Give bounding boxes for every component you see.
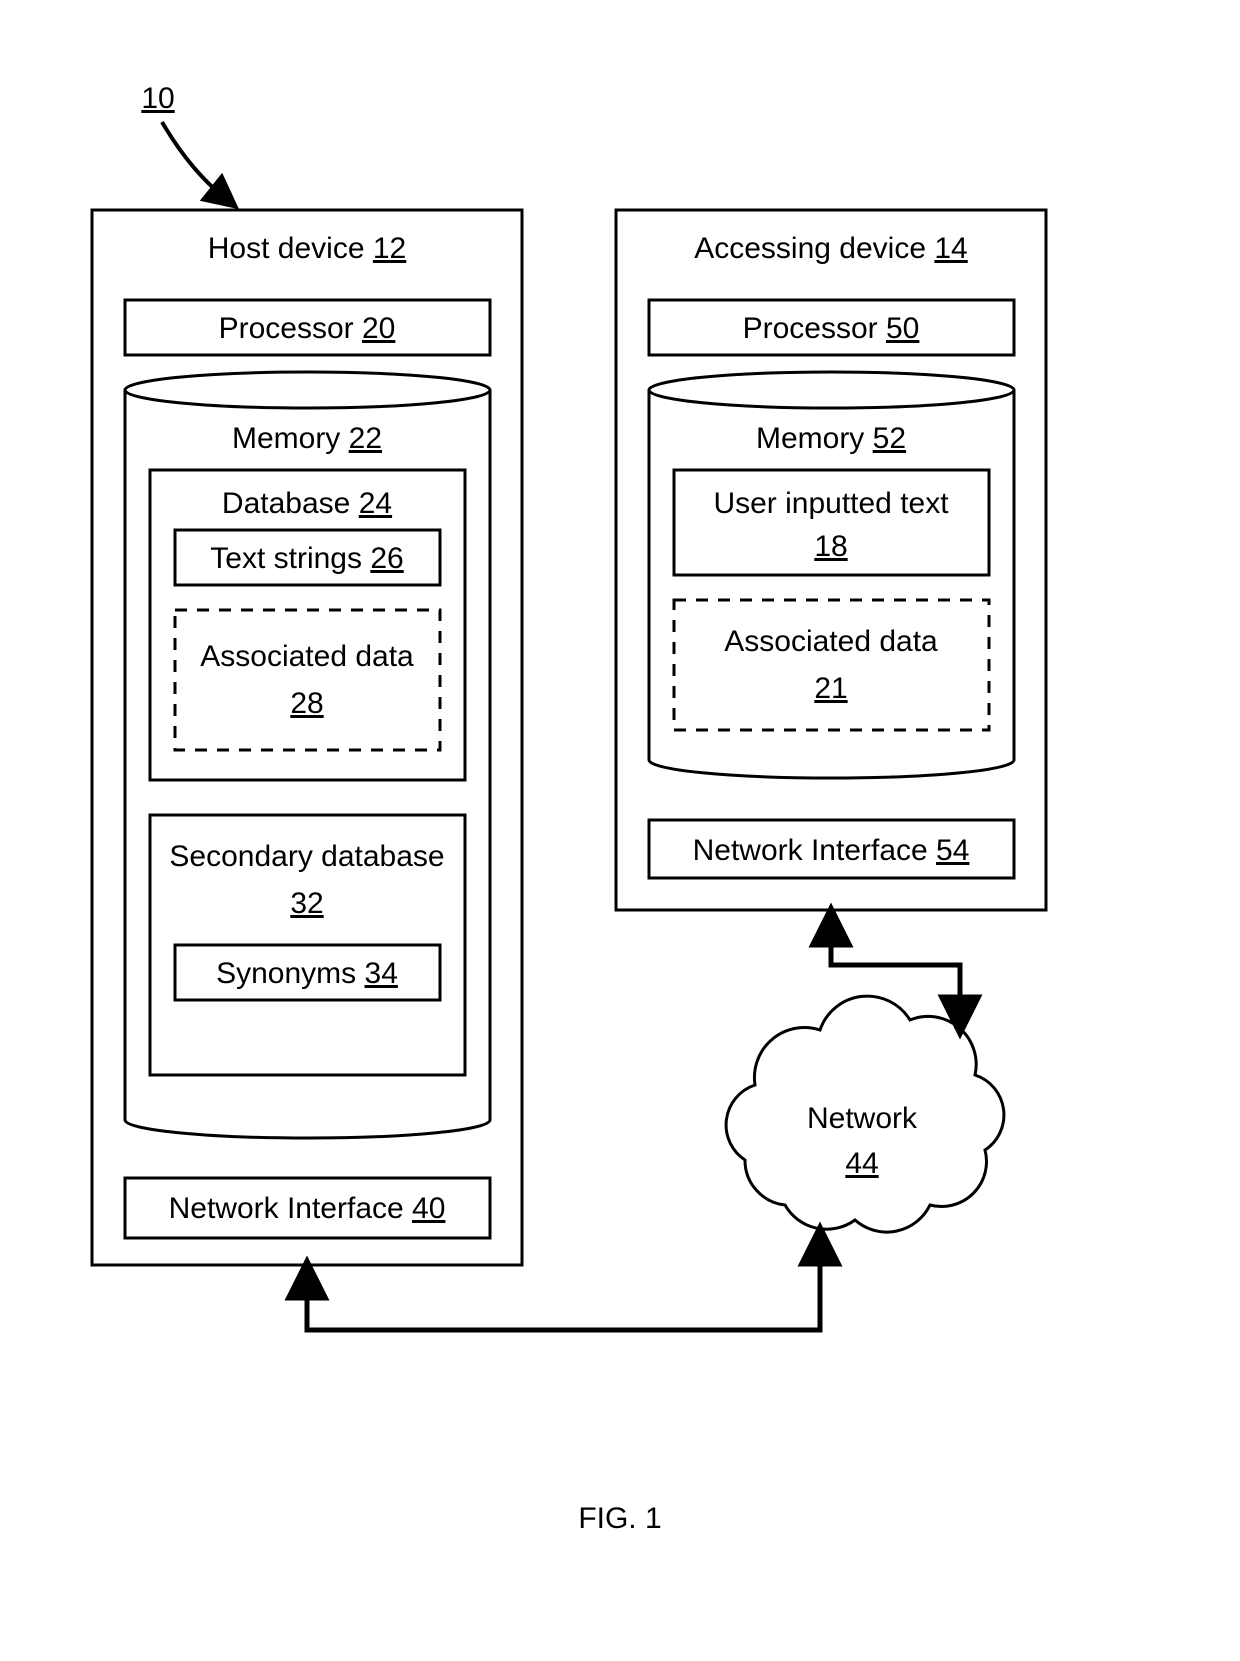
host-network-interface: Network Interface 40 — [125, 1178, 490, 1238]
host-associated-data: Associated data 28 — [175, 610, 440, 750]
system-diagram: 10 Host device 12 Processor 20 Memory 22 — [0, 0, 1240, 1661]
svg-text:32: 32 — [290, 887, 323, 920]
svg-text:Database 24: Database 24 — [222, 487, 392, 520]
host-text-strings: Text strings 26 — [175, 530, 440, 585]
svg-text:User inputted text: User inputted text — [713, 487, 949, 520]
svg-text:Network Interface 54: Network Interface 54 — [693, 834, 970, 867]
svg-text:28: 28 — [290, 687, 323, 720]
svg-text:18: 18 — [814, 530, 847, 563]
svg-text:Text strings 26: Text strings 26 — [210, 542, 403, 575]
accessing-memory-cylinder: Memory 52 User inputted text 18 Associat… — [649, 372, 1014, 778]
host-secondary-database: Secondary database 32 Synonyms 34 — [150, 815, 465, 1075]
host-device-block: Host device 12 Processor 20 Memory 22 Da… — [92, 210, 522, 1265]
host-synonyms: Synonyms 34 — [175, 945, 440, 1000]
svg-text:Associated data: Associated data — [724, 625, 938, 658]
figure-ref-label: 10 — [141, 82, 174, 115]
host-device-title: Host device 12 — [208, 232, 406, 265]
host-memory-cylinder: Memory 22 Database 24 Text strings 26 — [125, 372, 490, 1138]
svg-text:Secondary database: Secondary database — [169, 840, 444, 873]
figure-ref-arrow — [162, 122, 225, 198]
accessing-memory-label: Memory 52 — [756, 422, 906, 455]
svg-text:Processor 50: Processor 50 — [743, 312, 920, 345]
svg-text:21: 21 — [814, 672, 847, 705]
host-processor: Processor 20 — [125, 300, 490, 355]
svg-text:Processor 20: Processor 20 — [219, 312, 396, 345]
accessing-user-text: User inputted text 18 — [674, 470, 989, 575]
accessing-device-block: Accessing device 14 Processor 50 Memory … — [616, 210, 1046, 910]
accessing-network-interface: Network Interface 54 — [649, 820, 1014, 878]
figure-caption: FIG. 1 — [578, 1502, 661, 1535]
accessing-processor: Processor 50 — [649, 300, 1014, 355]
network-cloud: Network 44 — [726, 996, 1004, 1232]
network-ref: 44 — [845, 1147, 878, 1180]
svg-text:Synonyms 34: Synonyms 34 — [216, 957, 398, 990]
svg-text:Associated data: Associated data — [200, 640, 414, 673]
accessing-device-title: Accessing device 14 — [694, 232, 968, 265]
svg-text:Network Interface 40: Network Interface 40 — [169, 1192, 446, 1225]
host-memory-label: Memory 22 — [232, 422, 382, 455]
accessing-associated-data: Associated data 21 — [674, 600, 989, 730]
host-database: Database 24 Text strings 26 Associated d… — [150, 470, 465, 780]
network-label: Network — [807, 1102, 918, 1135]
